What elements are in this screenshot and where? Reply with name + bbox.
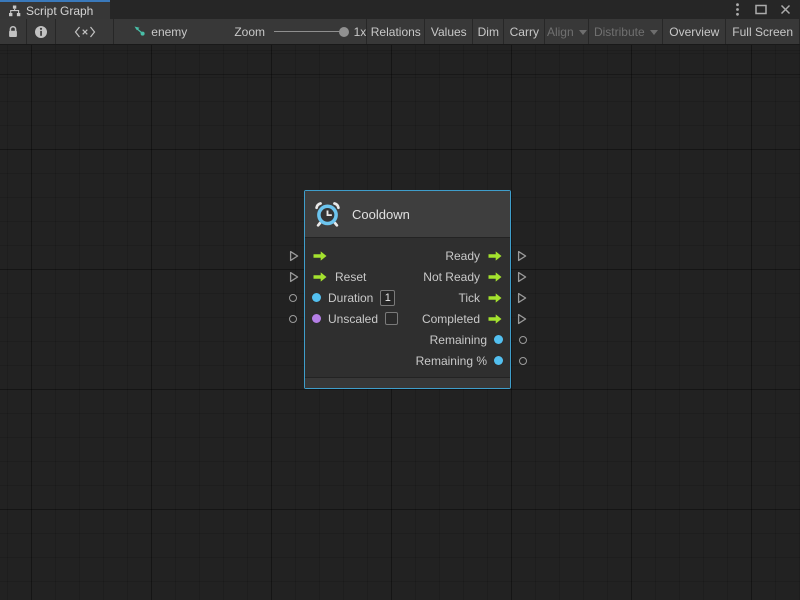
- script-graph-asset-icon: [133, 25, 146, 38]
- full-screen-button[interactable]: Full Screen: [726, 19, 800, 44]
- flow-arrow-icon: [312, 250, 328, 262]
- port-label: Remaining %: [416, 354, 487, 368]
- dim-button[interactable]: Dim: [473, 19, 504, 44]
- maximize-icon[interactable]: [754, 3, 768, 17]
- node-title: Cooldown: [352, 207, 410, 222]
- toggle-values-button[interactable]: [56, 19, 114, 44]
- port-label: Tick: [458, 291, 480, 305]
- node-row: Remaining: [305, 329, 510, 350]
- node-header[interactable]: Cooldown: [305, 191, 510, 238]
- graph-canvas[interactable]: Cooldown Ready: [0, 45, 800, 600]
- flow-arrow-icon: [312, 271, 328, 283]
- script-graph-window: Script Graph: [0, 0, 800, 600]
- align-dropdown: Align: [545, 19, 589, 44]
- values-button[interactable]: Values: [425, 19, 473, 44]
- port-label: Ready: [445, 249, 480, 263]
- chevron-down-icon: [579, 30, 587, 35]
- value-output-port[interactable]: [519, 336, 527, 344]
- node-row: Duration Tick: [305, 287, 510, 308]
- zoom-slider[interactable]: [274, 25, 347, 39]
- tab-bar: Script Graph: [0, 0, 800, 19]
- flow-input-port[interactable]: [289, 271, 299, 283]
- breadcrumb-label: enemy: [151, 25, 187, 39]
- zoom-label: Zoom: [234, 25, 265, 39]
- value-input-port[interactable]: [289, 315, 297, 323]
- flow-arrow-icon: [487, 271, 503, 283]
- graph-toolbar: enemy Zoom 1x Relations Values Dim Carry…: [0, 19, 800, 45]
- flow-arrow-icon: [487, 292, 503, 304]
- window-controls: [730, 0, 800, 19]
- lock-icon: [7, 25, 19, 39]
- carry-button[interactable]: Carry: [504, 19, 545, 44]
- zoom-value: 1x: [354, 25, 367, 39]
- port-label: Completed: [422, 312, 480, 326]
- tab-title: Script Graph: [26, 4, 93, 18]
- value-input-port[interactable]: [289, 294, 297, 302]
- distribute-dropdown: Distribute: [589, 19, 663, 44]
- tab-script-graph[interactable]: Script Graph: [0, 0, 110, 19]
- port-label: Remaining: [430, 333, 487, 347]
- node-footer: [305, 377, 510, 388]
- unscaled-checkbox[interactable]: [385, 312, 398, 325]
- flow-arrow-icon: [487, 250, 503, 262]
- node-row: Unscaled Completed: [305, 308, 510, 329]
- relations-button[interactable]: Relations: [367, 19, 425, 44]
- float-port-icon: [312, 293, 321, 302]
- flow-output-port[interactable]: [517, 313, 527, 325]
- graph-icon: [8, 5, 21, 17]
- node-body: Ready Reset Not Ready: [305, 238, 510, 377]
- cooldown-node[interactable]: Cooldown Ready: [304, 190, 511, 389]
- port-label: Duration: [328, 291, 373, 305]
- float-port-icon: [494, 356, 503, 365]
- flow-output-port[interactable]: [517, 271, 527, 283]
- alarm-clock-icon: [314, 201, 341, 228]
- bool-port-icon: [312, 314, 321, 323]
- align-label: Align: [547, 25, 574, 39]
- angle-brackets-x-icon: [74, 26, 96, 38]
- zoom-slider-track[interactable]: [274, 31, 347, 32]
- node-row: Remaining %: [305, 350, 510, 371]
- node-row: Ready: [305, 245, 510, 266]
- info-button[interactable]: [27, 19, 56, 44]
- distribute-label: Distribute: [594, 25, 645, 39]
- zoom-slider-handle[interactable]: [339, 27, 349, 37]
- flow-output-port[interactable]: [517, 250, 527, 262]
- flow-input-port[interactable]: [289, 250, 299, 262]
- lock-button[interactable]: [0, 19, 27, 44]
- flow-arrow-icon: [487, 313, 503, 325]
- breadcrumb-enemy[interactable]: enemy: [133, 25, 187, 39]
- port-label: Unscaled: [328, 312, 378, 326]
- float-port-icon: [494, 335, 503, 344]
- flow-output-port[interactable]: [517, 292, 527, 304]
- port-label: Not Ready: [423, 270, 480, 284]
- port-label: Reset: [335, 270, 366, 284]
- kebab-menu-icon[interactable]: [730, 3, 744, 17]
- chevron-down-icon: [650, 30, 658, 35]
- overview-button[interactable]: Overview: [663, 19, 726, 44]
- node-row: Reset Not Ready: [305, 266, 510, 287]
- duration-value-input[interactable]: [380, 290, 395, 306]
- close-icon[interactable]: [778, 3, 792, 17]
- info-icon: [34, 25, 48, 39]
- value-output-port[interactable]: [519, 357, 527, 365]
- zoom-zone: enemy Zoom 1x: [114, 19, 367, 44]
